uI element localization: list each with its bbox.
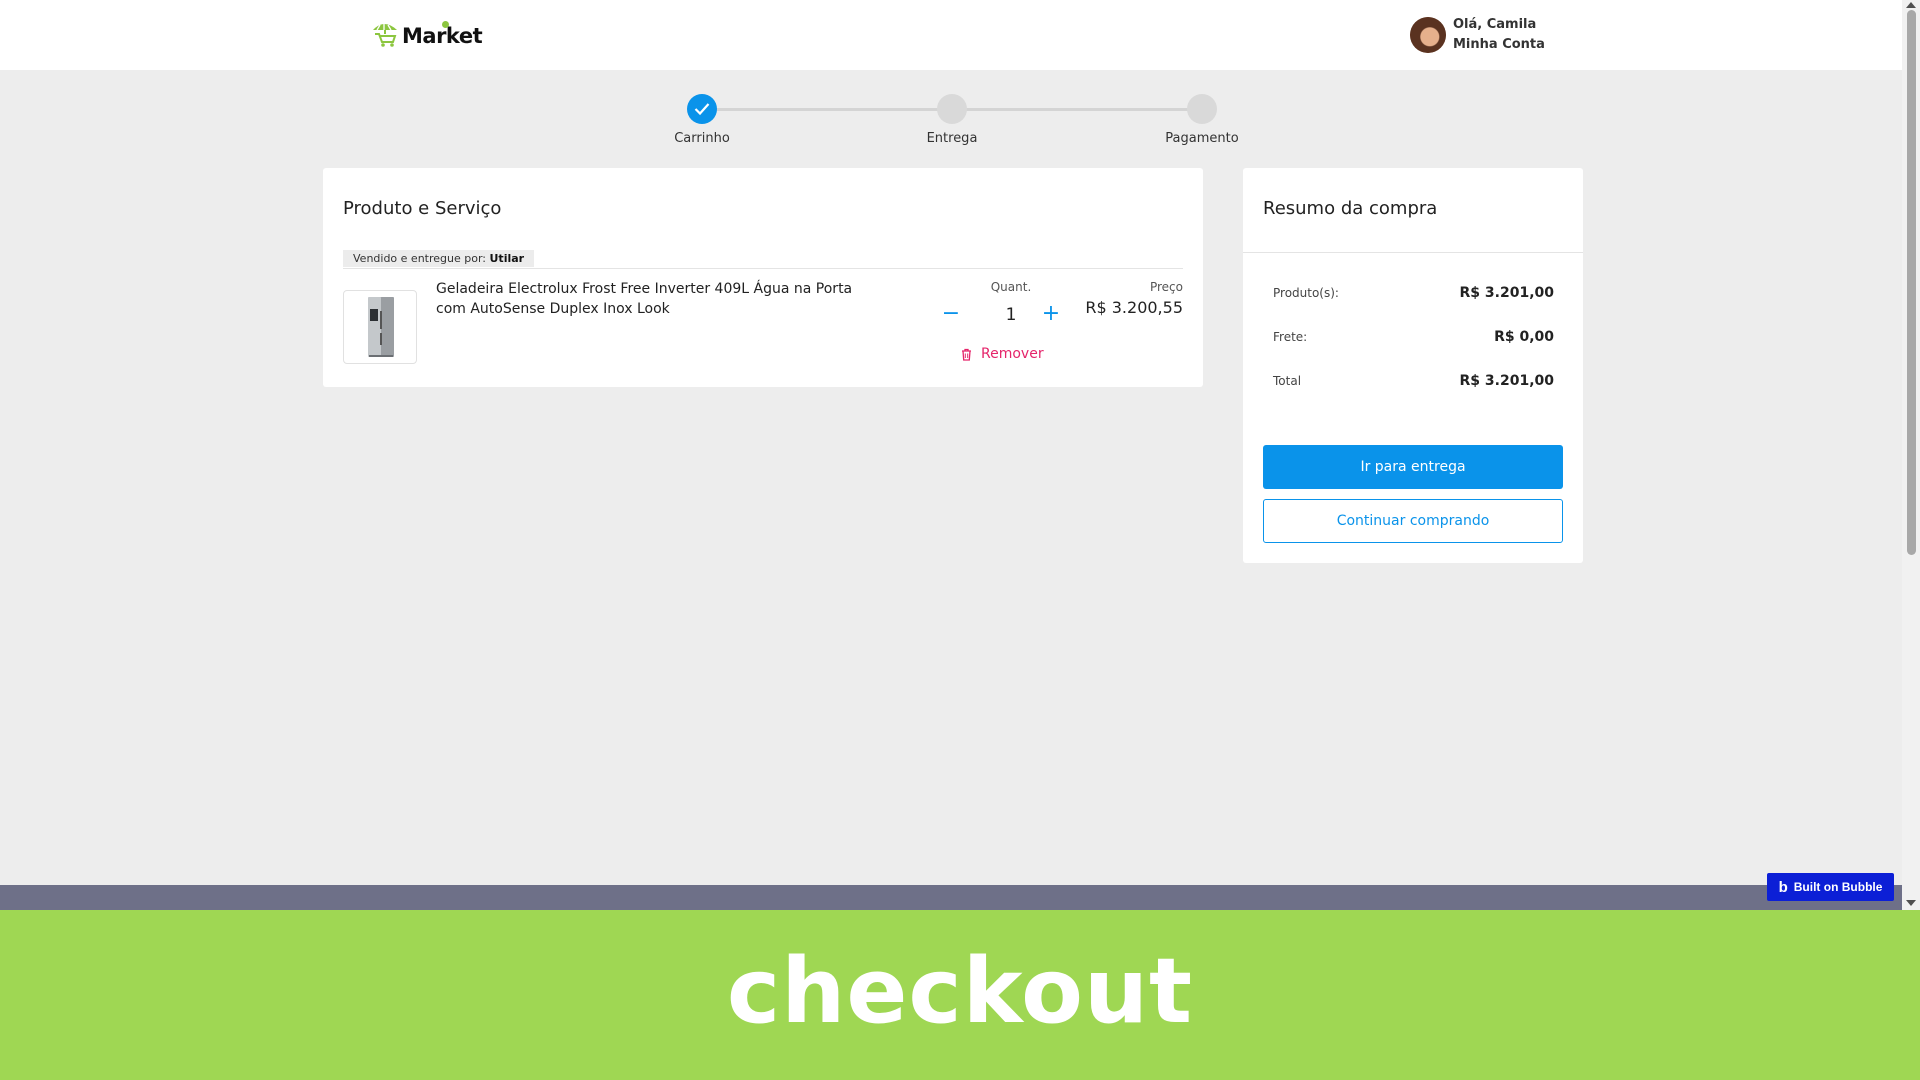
refrigerator-icon (368, 297, 394, 357)
summary-value: R$ 3.201,00 (1459, 373, 1554, 389)
quantity-value[interactable]: 1 (991, 305, 1031, 325)
step-label-entrega: Entrega (926, 131, 978, 146)
divider (343, 268, 1183, 269)
seller-name: Utilar (489, 252, 525, 265)
step-carrinho-dot (687, 94, 717, 124)
cart-umbrella-icon (373, 23, 397, 47)
vertical-scrollbar[interactable] (1902, 0, 1920, 910)
checkmark-icon (694, 103, 710, 116)
account-link[interactable]: Minha Conta (1453, 35, 1545, 55)
market-logo[interactable]: Market (371, 20, 483, 48)
order-summary-card: Resumo da compra Produto(s): R$ 3.201,00… (1243, 168, 1583, 563)
cart-title: Produto e Serviço (343, 198, 502, 219)
remove-item-button[interactable]: Remover (961, 346, 1044, 362)
quantity-increase-button[interactable]: + (1040, 303, 1062, 326)
logo-dot-icon (442, 21, 449, 28)
built-on-bubble-badge[interactable]: b Built on Bubble (1767, 873, 1894, 901)
scroll-down-arrow-icon[interactable] (1906, 900, 1916, 906)
summary-value: R$ 3.201,00 (1459, 285, 1554, 301)
summary-row-shipping: Frete: R$ 0,00 (1273, 329, 1554, 345)
trash-icon (962, 348, 971, 361)
go-to-delivery-button[interactable]: Ir para entrega (1263, 445, 1563, 489)
bubble-logo-icon: b (1778, 878, 1788, 896)
step-pagamento-dot (1187, 94, 1217, 124)
bubble-badge-label: Built on Bubble (1793, 880, 1883, 894)
avatar[interactable] (1410, 17, 1446, 53)
cart-products-card: Produto e Serviço Vendido e entregue por… (323, 168, 1203, 387)
step-label-pagamento: Pagamento (1165, 131, 1239, 146)
quantity-decrease-button[interactable]: − (940, 303, 962, 326)
scroll-up-arrow-icon[interactable] (1906, 2, 1916, 8)
summary-value: R$ 0,00 (1494, 329, 1554, 345)
step-connector (702, 108, 952, 111)
user-greeting: Olá, Camila (1453, 17, 1537, 32)
product-name[interactable]: Geladeira Electrolux Frost Free Inverter… (436, 279, 886, 319)
summary-label: Frete: (1273, 330, 1308, 344)
caption-banner: checkout (0, 910, 1920, 1080)
user-account-menu[interactable]: Olá, Camila Minha Conta (1410, 15, 1545, 55)
continue-shopping-button[interactable]: Continuar comprando (1263, 499, 1563, 543)
seller-prefix: Vendido e entregue por: (353, 252, 486, 265)
step-label-carrinho: Carrinho (674, 131, 730, 146)
scrollbar-thumb[interactable] (1907, 10, 1916, 555)
logo-text: Market (402, 24, 483, 48)
step-connector (952, 108, 1202, 111)
summary-title: Resumo da compra (1263, 198, 1438, 219)
divider (1243, 252, 1583, 253)
caption-text: checkout (726, 938, 1194, 1044)
price-label: Preço (1149, 280, 1183, 294)
quantity-label: Quant. (990, 280, 1032, 294)
item-price: R$ 3.200,55 (1085, 298, 1183, 317)
remove-label: Remover (981, 346, 1044, 362)
summary-row-products: Produto(s): R$ 3.201,00 (1273, 285, 1554, 301)
step-entrega-dot (937, 94, 967, 124)
product-thumbnail[interactable] (343, 290, 417, 364)
summary-label: Produto(s): (1273, 286, 1339, 300)
top-header: Market Olá, Camila Minha Conta (0, 0, 1902, 70)
footer-strip (0, 885, 1902, 910)
seller-badge: Vendido e entregue por: Utilar (343, 250, 535, 267)
summary-label: Total (1273, 374, 1302, 388)
summary-row-total: Total R$ 3.201,00 (1273, 373, 1554, 389)
